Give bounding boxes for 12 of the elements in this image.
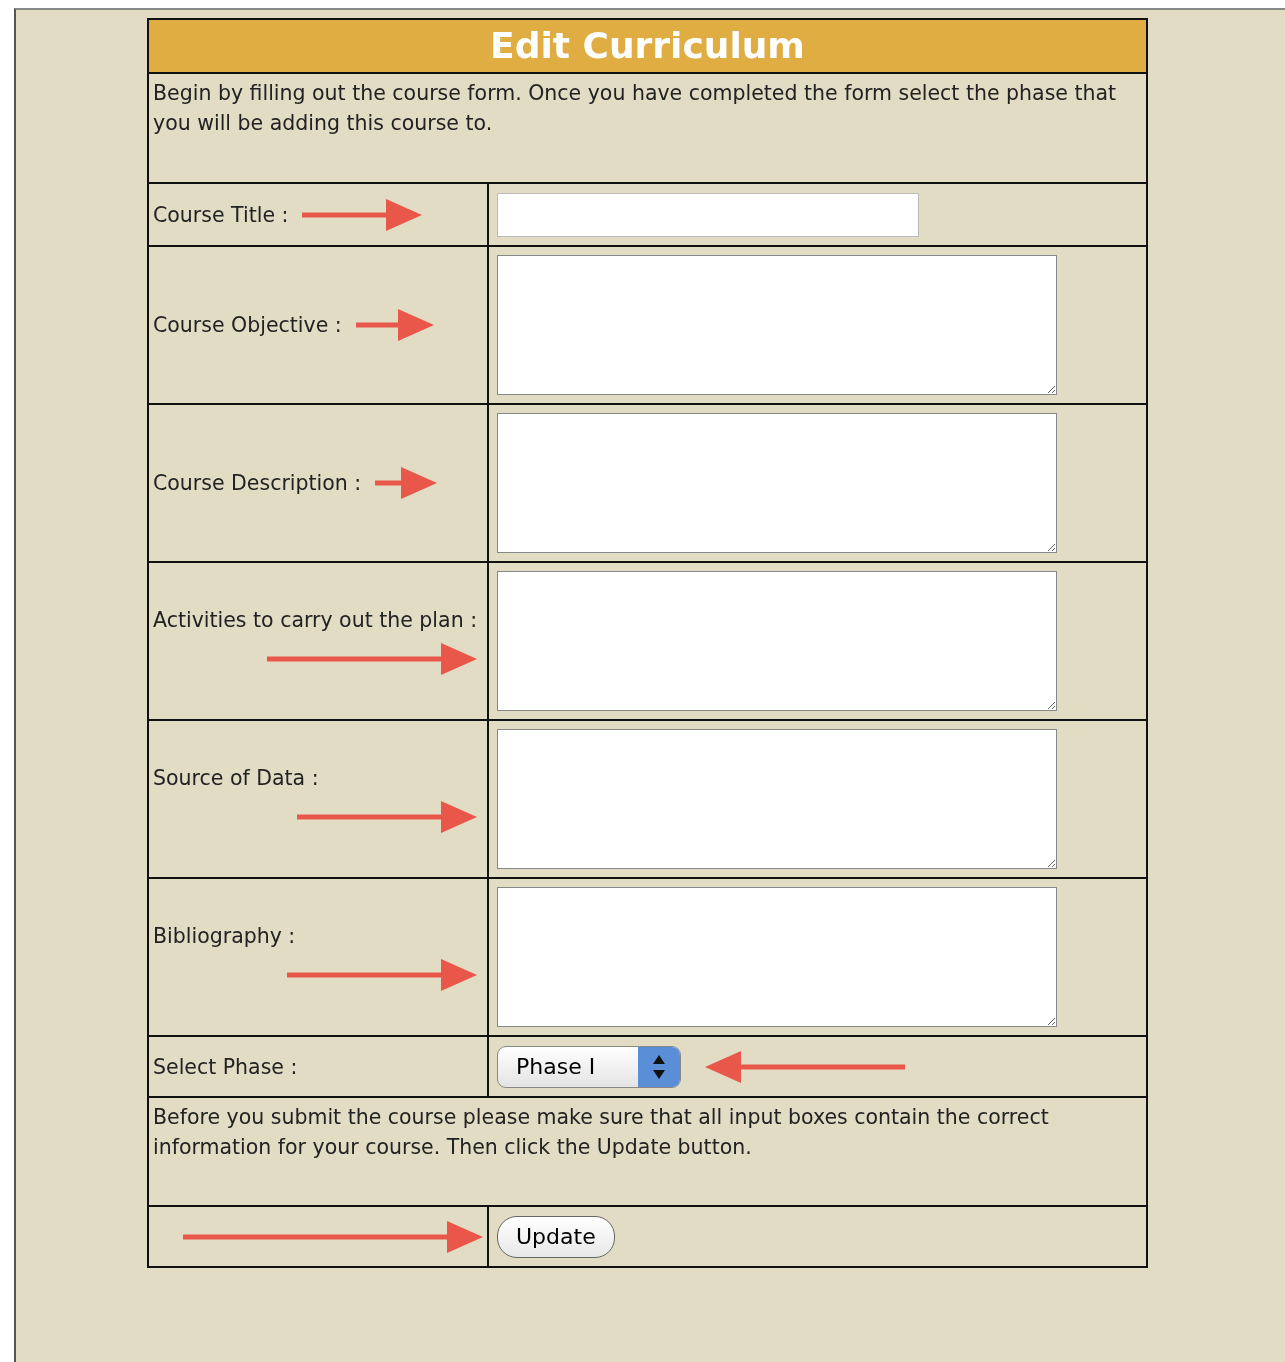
field-label: Course Title : bbox=[153, 201, 289, 229]
phase-select[interactable]: Phase I bbox=[497, 1045, 681, 1088]
note-text: Before you submit the course please make sure that all input boxes contain the correct information for your course. Then click the Update button. bbox=[153, 1105, 1049, 1159]
field-label: Source of Data : bbox=[153, 765, 319, 792]
field-label: Select Phase : bbox=[153, 1053, 298, 1081]
field-label: Bibliography : bbox=[153, 923, 296, 950]
update-button[interactable]: Update bbox=[497, 1215, 615, 1258]
field-label: Activities to carry out the plan : bbox=[153, 607, 478, 634]
field-label: Course Objective : bbox=[153, 312, 342, 339]
intro-text: Begin by filling out the course form. Once you have completed the form select the phase that you will be adding this course to. bbox=[153, 81, 1117, 135]
field-label: Course Description : bbox=[153, 470, 362, 497]
form-title: Edit Curriculum bbox=[149, 20, 1146, 74]
